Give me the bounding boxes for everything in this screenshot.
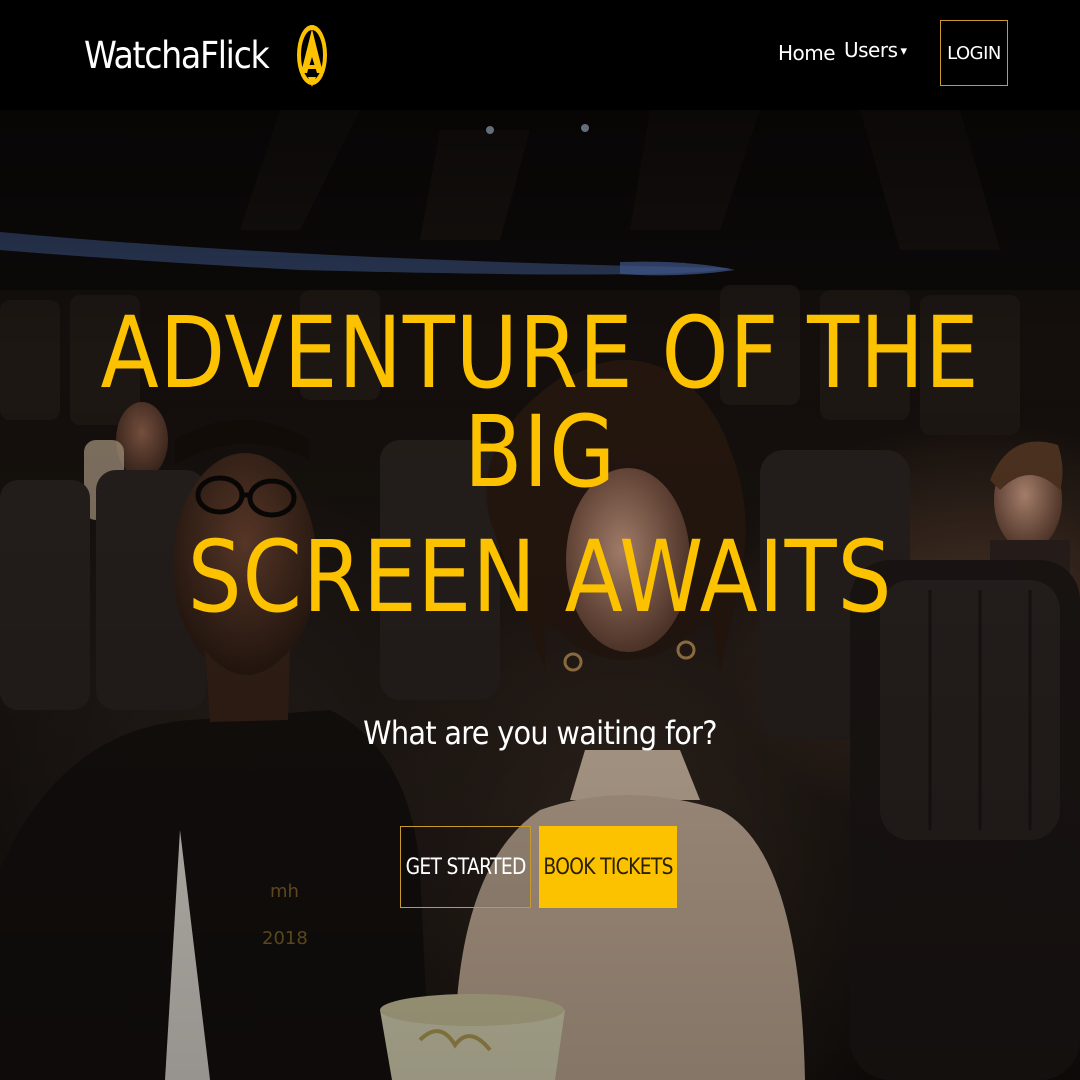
- brand-logo-icon: [296, 25, 327, 87]
- nav-users-label: Users: [844, 38, 898, 62]
- nav-home-link[interactable]: Home: [778, 41, 836, 65]
- caret-down-icon: ▾: [900, 43, 908, 59]
- get-started-label: GET STARTED: [405, 854, 526, 880]
- nav-users-dropdown[interactable]: Users ▾: [844, 38, 907, 62]
- brand-name: WatchaFlick: [84, 33, 270, 77]
- get-started-button[interactable]: GET STARTED: [400, 826, 531, 908]
- book-tickets-label: BOOK TICKETS: [543, 854, 673, 880]
- login-button[interactable]: LOGIN: [940, 20, 1008, 86]
- hero-subtitle: What are you waiting for?: [363, 714, 717, 752]
- hero-section: mh 2018 ADVENTURE OF THE BIG SCREEN AWAI…: [0, 110, 1080, 1080]
- hero-headline-line1: ADVENTURE OF THE BIG: [100, 296, 980, 510]
- book-tickets-button[interactable]: BOOK TICKETS: [539, 826, 677, 908]
- navbar: WatchaFlick Home Users ▾ LOGIN: [0, 0, 1080, 110]
- brand-link[interactable]: WatchaFlick: [84, 20, 329, 90]
- hero-headline-line2: SCREEN AWAITS: [187, 520, 893, 635]
